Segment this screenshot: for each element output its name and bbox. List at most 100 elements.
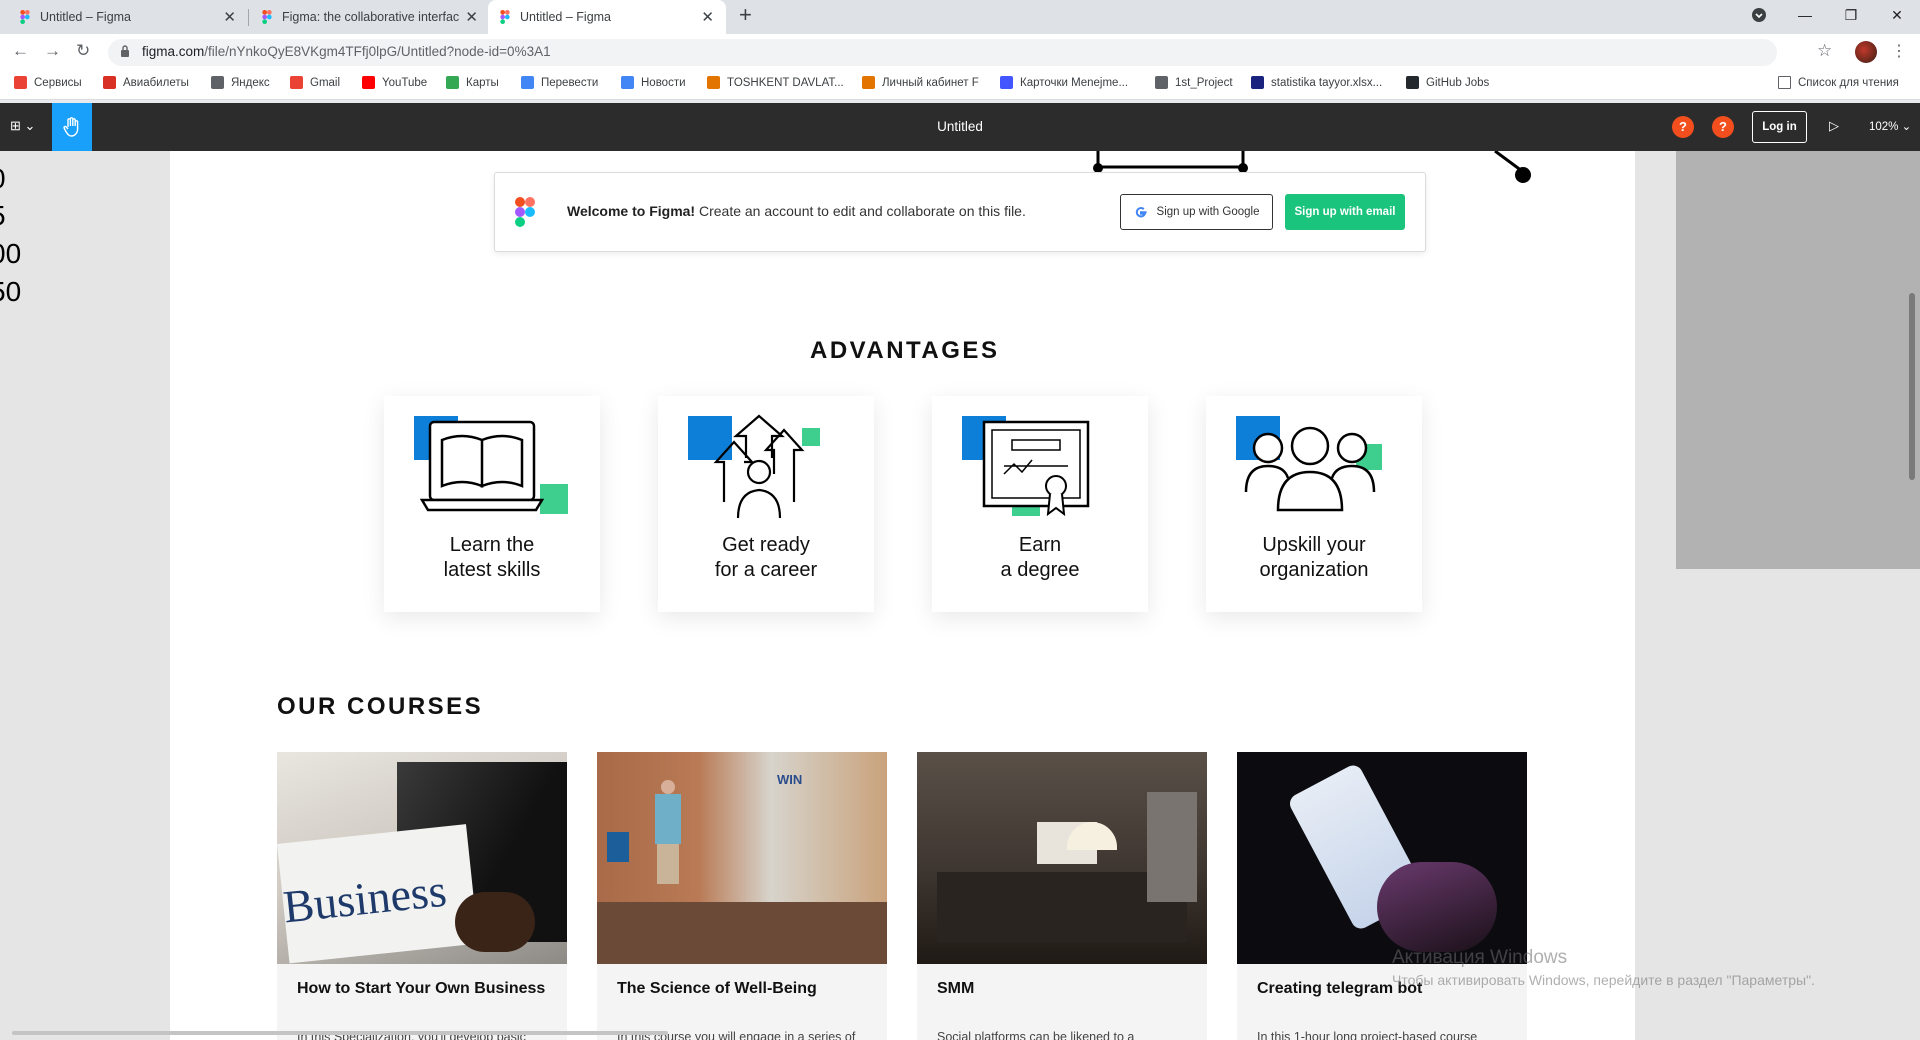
advantage-label: Get ready for a career [658,533,874,583]
tab-divider [248,9,249,26]
forward-arrow-icon[interactable]: → [44,41,61,61]
google-g-icon [1135,207,1147,218]
bookmark-label: Новости [641,76,686,89]
bookmark-item[interactable]: Авиабилеты [103,76,189,89]
course-title: The Science of Well-Being [617,980,817,997]
canvas-number: 50 [0,276,22,307]
new-tab-plus-icon[interactable]: + [739,2,752,28]
advantage-line1: Get ready [722,534,810,556]
translate-icon [521,76,534,89]
lock-icon[interactable] [120,45,130,60]
course-card-well-being[interactable]: WIN The Science of Well-Being In this co… [597,752,887,1040]
advantage-line2: latest skills [443,559,541,581]
bookmark-label: YouTube [382,76,428,89]
star-badge-icon [1251,76,1264,89]
zoom-dropdown[interactable]: 102% ⌄ [1869,119,1911,133]
bookmark-item[interactable]: Сервисы [14,76,82,89]
sign-up-google-button[interactable]: Sign up with Google [1120,194,1273,230]
advantage-label: Learn the latest skills [384,533,600,583]
canvas-background-left [0,151,170,1040]
google-button-label: Sign up with Google [1156,206,1260,218]
help-icon[interactable]: ? [1712,116,1734,138]
uni-icon [707,76,720,89]
figma-favicon [20,10,30,24]
win-sign-text: WIN [777,772,803,787]
tab-untitled-figma-active[interactable]: Untitled – Figma ✕ [488,0,726,34]
bookmark-item[interactable]: Карточки Menejme... [1000,76,1128,89]
bookmark-item[interactable]: YouTube [362,76,427,89]
restore-icon[interactable]: ❐ [1828,0,1874,30]
bookmark-label: Перевести [541,76,599,89]
bookmark-label: TOSHKENT DAVLAT... [727,76,844,89]
advantage-card-learn: Learn the latest skills [384,396,600,612]
laptop-book-icon [414,416,568,514]
present-play-icon[interactable]: ▷ [1829,118,1839,134]
bookmark-item[interactable]: Gmail [290,76,340,89]
github-icon [1406,76,1419,89]
course-card-telegram-bot[interactable]: Creating telegram bot In this 1-hour lon… [1237,752,1527,1040]
window-close-icon[interactable]: ✕ [1874,0,1920,30]
bookmark-item[interactable]: Перевести [521,76,598,89]
bookmark-item[interactable]: TOSHKENT DAVLAT... [707,76,844,89]
advantage-line1: Upskill your [1262,534,1366,556]
close-icon[interactable]: ✕ [701,8,714,26]
bookmark-label: Gmail [310,76,341,89]
sign-up-email-button[interactable]: Sign up with email [1285,194,1405,230]
course-card-smm[interactable]: SMM Social platforms can be likened to a [917,752,1207,1040]
tab-untitled-figma-1[interactable]: Untitled – Figma ✕ [8,0,248,34]
bookmark-label: Личный кабинет F [882,76,979,89]
bookmark-item[interactable]: Карты [446,76,499,89]
canvas-number: 00 [0,238,22,269]
apps-grid-icon [14,76,27,89]
course-card-business[interactable]: Business How to Start Your Own Business … [277,752,567,1040]
canvas-number: 5 [0,202,6,230]
bookmark-item[interactable]: 1st_Project [1155,76,1233,89]
windows-activation-text: Чтобы активировать Windows, перейдите в … [1392,972,1815,988]
bookmark-label: 1st_Project [1175,76,1233,89]
tab-search-icon[interactable] [1736,0,1782,30]
bookmark-item[interactable]: statistika tayyor.xlsx... [1251,76,1382,89]
globe-icon [1155,76,1168,89]
vertical-scrollbar[interactable] [1909,293,1915,480]
bookmark-label: Карты [466,76,499,89]
horizontal-scrollbar[interactable] [12,1031,668,1035]
quizlet-icon [1000,76,1013,89]
url-text[interactable]: figma.com/file/nYnkoQyE8VKgm4TFfj0lpG/Un… [142,44,551,59]
zoom-level: 102% [1869,121,1899,133]
minimize-icon[interactable]: — [1782,0,1828,30]
advantage-line2: for a career [714,559,818,581]
advantage-line1: Learn the [449,534,535,556]
reload-icon[interactable]: ↻ [76,41,90,61]
advantage-line2: a degree [1000,559,1080,581]
welcome-text: Create an account to edit and collaborat… [695,203,1026,219]
profile-avatar[interactable] [1855,41,1877,63]
back-arrow-icon[interactable]: ← [12,41,29,61]
uni-icon [862,76,875,89]
bookmark-label: Яндекс [231,76,270,89]
advantage-line1: Earn [1018,534,1062,556]
kebab-menu-icon[interactable]: ⋮ [1891,41,1907,61]
bookmark-item[interactable]: Новости [621,76,686,89]
maps-icon [446,76,459,89]
bookmark-item[interactable]: Яндекс [211,76,270,89]
bookmark-star-icon[interactable]: ☆ [1817,41,1832,61]
help-icon[interactable]: ? [1672,116,1694,138]
reading-list-button[interactable]: Список для чтения [1778,76,1899,89]
course-title: How to Start Your Own Business [297,980,546,997]
tab-title: Untitled – Figma [40,10,132,24]
close-icon[interactable]: ✕ [223,8,236,26]
close-icon[interactable]: ✕ [465,8,478,26]
advantage-line2: organization [1259,559,1369,581]
reading-list-label: Список для чтения [1798,76,1899,89]
log-in-button[interactable]: Log in [1752,111,1807,143]
course-title: SMM [937,980,975,997]
tab-figma-collaborative[interactable]: Figma: the collaborative interface ✕ [250,0,490,34]
course-image: WIN [597,752,887,964]
advantage-card-career: Get ready for a career [658,396,874,612]
course-image: Business [277,752,567,964]
career-growth-icon [688,414,820,519]
bookmark-label: GitHub Jobs [1426,76,1490,89]
news-icon [621,76,634,89]
bookmark-item[interactable]: Личный кабинет F [862,76,979,89]
bookmark-item[interactable]: GitHub Jobs [1406,76,1489,89]
